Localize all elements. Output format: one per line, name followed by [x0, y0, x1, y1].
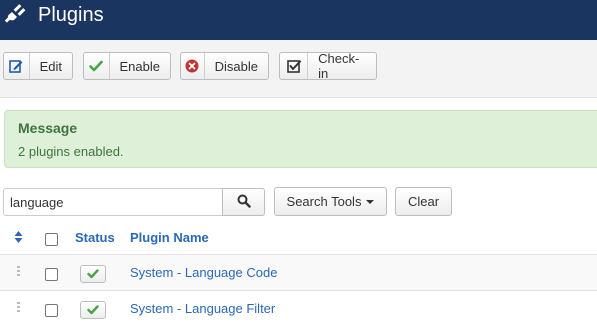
search-tools-button[interactable]: Search Tools — [274, 187, 387, 216]
select-all-checkbox[interactable] — [45, 233, 58, 246]
plugin-name-link[interactable]: System - Language Filter — [130, 301, 275, 316]
unpublish-icon — [181, 53, 205, 79]
enable-label: Enable — [119, 58, 160, 74]
table-row: System - Language Code — [0, 254, 597, 290]
disable-label: Disable — [214, 58, 258, 74]
drag-handle-icon[interactable] — [17, 302, 20, 314]
edit-icon — [4, 53, 30, 79]
caret-down-icon — [366, 199, 375, 204]
plug-icon — [4, 3, 26, 25]
search-icon — [237, 194, 251, 211]
drag-handle-icon[interactable] — [17, 266, 20, 278]
checkbox-checked-icon — [280, 53, 309, 79]
table-row: System - Language Filter — [0, 290, 597, 326]
message-heading: Message — [18, 120, 78, 136]
checkin-label: Check-in — [318, 51, 360, 81]
checkin-button[interactable]: Check-in — [279, 51, 377, 81]
message-body: 2 plugins enabled. — [18, 144, 124, 159]
check-icon — [87, 267, 99, 282]
toolbar: Edit Enable Disable Check-in — [0, 40, 597, 98]
edit-button[interactable]: Edit — [3, 52, 73, 80]
row-checkbox[interactable] — [45, 304, 58, 317]
check-icon — [84, 53, 110, 79]
plugin-name-link[interactable]: System - Language Code — [130, 265, 277, 280]
clear-label: Clear — [407, 194, 440, 209]
search-tools-label: Search Tools — [286, 194, 362, 209]
page-header: Plugins — [0, 0, 597, 40]
search-button[interactable] — [222, 188, 265, 216]
row-checkbox[interactable] — [45, 268, 58, 281]
clear-button[interactable]: Clear — [395, 187, 452, 216]
status-toggle-button[interactable] — [80, 265, 106, 283]
success-message: Message 2 plugins enabled. — [4, 110, 597, 168]
enable-button[interactable]: Enable — [83, 52, 171, 80]
search-input[interactable] — [3, 188, 223, 216]
sort-ordering-icon[interactable] — [14, 231, 23, 246]
plugin-name-column-header[interactable]: Plugin Name — [130, 230, 209, 245]
status-toggle-button[interactable] — [80, 301, 106, 319]
edit-label: Edit — [39, 58, 62, 74]
check-icon — [87, 303, 99, 318]
page-title: Plugins — [38, 4, 104, 26]
disable-button[interactable]: Disable — [180, 52, 269, 80]
status-column-header[interactable]: Status — [75, 230, 115, 245]
